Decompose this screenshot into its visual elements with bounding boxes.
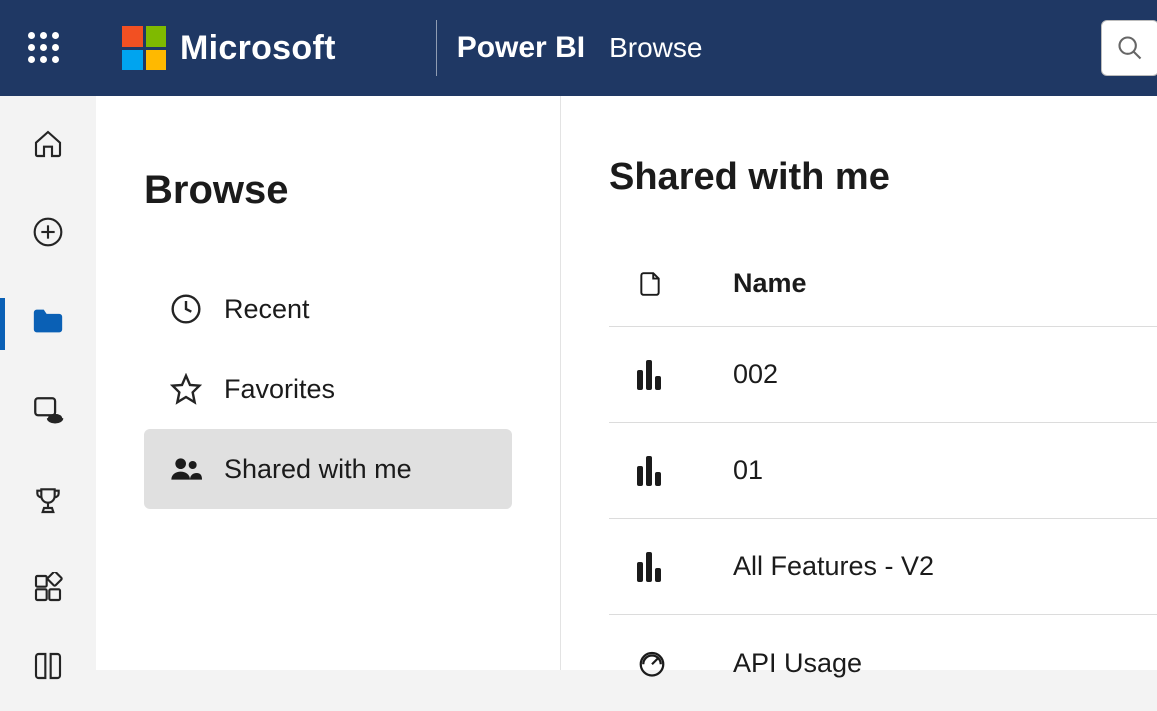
table-header-row: Name	[609, 241, 1157, 327]
microsoft-logo-block[interactable]: Microsoft	[122, 26, 336, 70]
app-header: Microsoft Power BI Browse	[0, 0, 1157, 96]
header-divider	[436, 20, 437, 76]
rail-browse[interactable]	[28, 304, 68, 338]
report-icon	[637, 552, 661, 582]
table-row[interactable]: 002	[609, 327, 1157, 423]
page-context: Browse	[609, 32, 702, 64]
apps-icon	[32, 572, 64, 604]
rail-create[interactable]	[28, 216, 68, 248]
main-content: Shared with me Name 002	[561, 96, 1157, 670]
trophy-icon	[32, 484, 64, 516]
nav-shared-with-me[interactable]: Shared with me	[144, 429, 512, 509]
content-table: Name 002 01 All Features - V2	[609, 241, 1157, 711]
home-icon	[32, 128, 64, 160]
microsoft-logo-icon	[122, 26, 166, 70]
rail-data-hub[interactable]	[28, 394, 68, 428]
rail-metrics[interactable]	[28, 484, 68, 516]
rail-learn[interactable]	[28, 650, 68, 682]
left-rail	[0, 96, 96, 670]
folder-icon	[31, 304, 65, 338]
microsoft-brand-text: Microsoft	[180, 29, 336, 68]
report-icon	[637, 456, 661, 486]
product-name[interactable]: Power BI	[457, 31, 585, 65]
row-name: 002	[733, 359, 1157, 390]
search-input[interactable]	[1101, 20, 1157, 76]
file-icon	[637, 268, 663, 300]
plus-circle-icon	[32, 216, 64, 248]
column-name-header[interactable]: Name	[733, 268, 1157, 299]
people-icon	[170, 453, 202, 485]
main-title: Shared with me	[609, 156, 1157, 199]
waffle-icon[interactable]	[28, 32, 60, 64]
rail-apps[interactable]	[28, 572, 68, 604]
star-icon	[170, 373, 202, 405]
dashboard-icon	[637, 648, 667, 678]
row-name: All Features - V2	[733, 551, 1157, 582]
search-icon	[1116, 34, 1144, 62]
nav-favorites[interactable]: Favorites	[144, 349, 512, 429]
row-name: 01	[733, 455, 1157, 486]
clock-icon	[170, 293, 202, 325]
sidepanel-title: Browse	[144, 168, 512, 213]
nav-item-label: Shared with me	[224, 454, 412, 485]
book-icon	[32, 650, 64, 682]
nav-item-label: Recent	[224, 294, 310, 325]
table-row[interactable]: API Usage	[609, 615, 1157, 711]
report-icon	[637, 360, 661, 390]
rail-home[interactable]	[28, 128, 68, 160]
column-type-icon[interactable]	[637, 268, 733, 300]
table-row[interactable]: 01	[609, 423, 1157, 519]
table-row[interactable]: All Features - V2	[609, 519, 1157, 615]
nav-recent[interactable]: Recent	[144, 269, 512, 349]
data-hub-icon	[31, 394, 65, 428]
browse-sidepanel: Browse Recent Favorites	[96, 96, 561, 670]
nav-item-label: Favorites	[224, 374, 335, 405]
row-name: API Usage	[733, 648, 1157, 679]
